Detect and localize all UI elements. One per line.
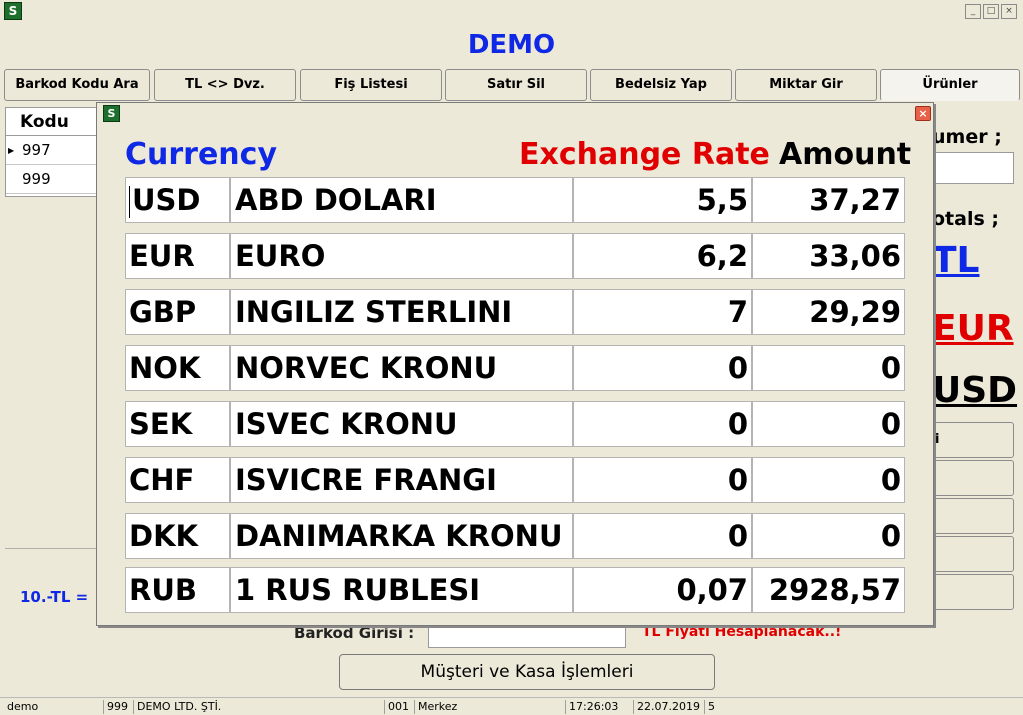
close-icon[interactable]: × [1001,4,1017,19]
tab-products[interactable]: Ürünler [880,69,1020,101]
currency-name: DANIMARKA KRONU [230,513,573,559]
side-button-5[interactable] [932,574,1014,610]
tl-price-note: TL Fiyatı Hesaplanacak..! [642,624,842,640]
currency-name: 1 RUS RUBLESI [230,567,573,613]
currency-code[interactable]: NOK [125,345,230,391]
totals-label: otals ; [932,208,999,230]
column-header-rate: Exchange Rate [519,137,770,172]
exchange-rate[interactable]: 5,5 [573,177,752,223]
text-caret [129,186,130,218]
maximize-icon[interactable]: □ [983,4,999,19]
currency-amount: 0 [752,513,905,559]
currency-convert-button[interactable]: TL <> Dvz. [154,69,296,101]
app-logo-icon: S [4,2,22,20]
currency-code[interactable]: CHF [125,457,230,503]
title-bar: S _ □ × [0,0,1023,22]
side-button-3[interactable] [932,498,1014,534]
currency-amount: 33,06 [752,233,905,279]
side-button-2[interactable] [932,460,1014,496]
currency-name: ISVICRE FRANGI [230,457,573,503]
status-code: 999 [103,700,132,714]
status-branch-code: 001 [384,700,413,714]
currency-amount: 37,27 [752,177,905,223]
exchange-rate[interactable]: 0,07 [573,567,752,613]
currency-amount: 0 [752,345,905,391]
barcode-search-button[interactable]: Barkod Kodu Ara [4,69,150,101]
table-row[interactable]: 999 [6,165,98,194]
status-user: demo [7,700,39,713]
receipt-list-button[interactable]: Fiş Listesi [300,69,442,101]
customer-field[interactable] [932,152,1014,184]
table-row[interactable]: ▶ 997 [6,136,98,165]
exchange-rate[interactable]: 6,2 [573,233,752,279]
currency-code[interactable]: EUR [125,233,230,279]
currency-amount: 2928,57 [752,567,905,613]
exchange-rate[interactable]: 7 [573,289,752,335]
status-bar: demo 999 DEMO LTD. ŞTİ. 001 Merkez 17:26… [0,697,1023,715]
column-header-amount: Amount [779,137,912,172]
currency-code[interactable]: USD [125,177,230,223]
page-title: DEMO [467,30,556,60]
exchange-rate[interactable]: 0 [573,345,752,391]
make-free-button[interactable]: Bedelsiz Yap [590,69,732,101]
side-button-4[interactable] [932,536,1014,572]
row-code: 999 [22,170,51,188]
minimize-icon[interactable]: _ [965,4,981,19]
currency-code-text: USD [132,183,201,217]
product-grid: Kodu ▶ 997 999 [5,107,99,197]
currency-amount: 0 [752,457,905,503]
delete-row-button[interactable]: Satır Sil [445,69,587,101]
app-logo-icon: S [103,105,120,122]
currency-dialog: S × Currency Exchange Rate Amount USD AB… [96,102,934,626]
total-tl: TL [932,240,980,281]
barcode-label: Barkod Girisi : [294,624,415,642]
customer-cash-button[interactable]: Müşteri ve Kasa İşlemleri [339,654,715,690]
currency-name: ABD DOLARI [230,177,573,223]
status-extra: 5 [704,700,744,714]
status-company: DEMO LTD. ŞTİ. [133,700,383,714]
grid-header-code: Kodu [6,108,98,136]
currency-code[interactable]: SEK [125,401,230,447]
currency-amount: 29,29 [752,289,905,335]
total-usd: USD [932,370,1018,411]
close-icon[interactable]: × [915,106,931,121]
status-branch: Merkez [414,700,564,714]
status-time: 17:26:03 [565,700,632,714]
exchange-rate[interactable]: 0 [573,401,752,447]
dialog-title-bar: S × [97,103,933,125]
tl-rate-label: 10.-TL = [20,588,89,606]
side-button-1[interactable]: i [932,422,1014,458]
currency-code[interactable]: RUB [125,567,230,613]
currency-name: EURO [230,233,573,279]
row-code: 997 [22,141,51,159]
currency-name: INGILIZ STERLINI [230,289,573,335]
status-date: 22.07.2019 [633,700,703,714]
currency-name: ISVEC KRONU [230,401,573,447]
enter-quantity-button[interactable]: Miktar Gir [735,69,877,101]
currency-code[interactable]: GBP [125,289,230,335]
exchange-rate[interactable]: 0 [573,457,752,503]
column-header-currency: Currency [125,137,278,172]
currency-code[interactable]: DKK [125,513,230,559]
currency-name: NORVEC KRONU [230,345,573,391]
exchange-rate[interactable]: 0 [573,513,752,559]
currency-amount: 0 [752,401,905,447]
customer-label: umer ; [932,126,1002,148]
row-indicator-icon: ▶ [8,146,15,155]
total-eur: EUR [932,308,1014,349]
toolbar: Barkod Kodu Ara TL <> Dvz. Fiş Listesi S… [4,69,1020,101]
